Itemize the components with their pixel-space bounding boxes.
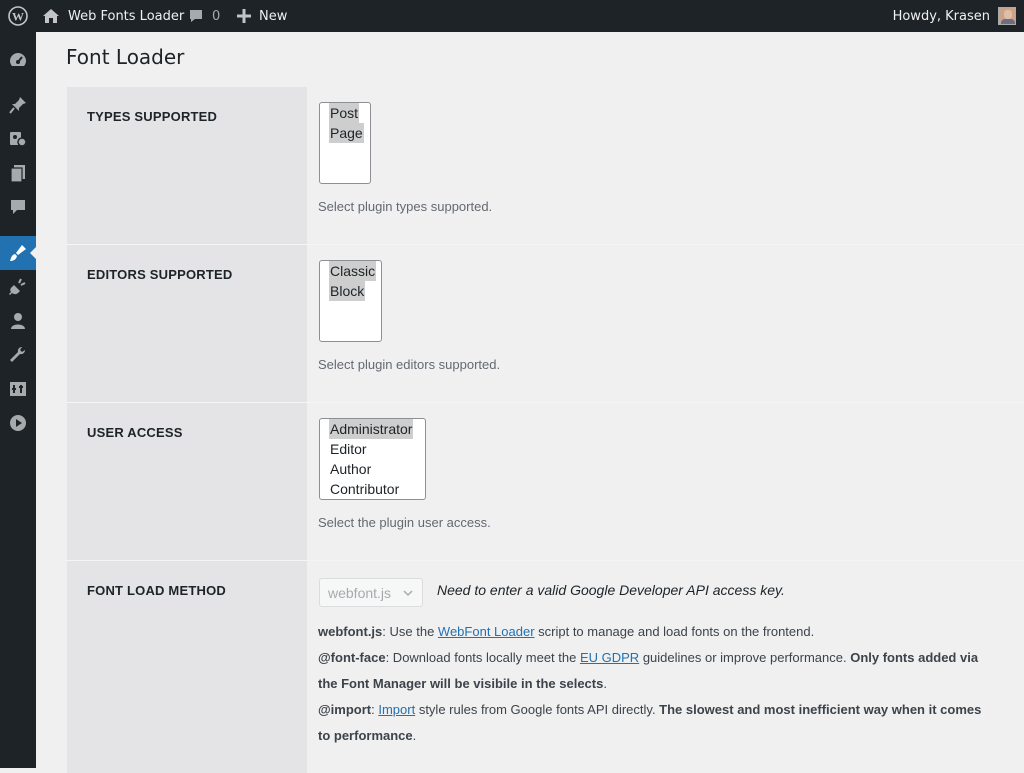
editors-supported-label: EDITORS SUPPORTED <box>87 267 233 282</box>
row-label-cell: FONT LOAD METHOD <box>67 561 307 773</box>
tools-icon[interactable] <box>0 338 36 372</box>
access-option-editor[interactable]: Editor <box>329 439 368 459</box>
row-label-cell: USER ACCESS <box>67 403 307 560</box>
users-icon[interactable] <box>0 304 36 338</box>
user-access-label: USER ACCESS <box>87 425 183 440</box>
play-icon[interactable] <box>0 406 36 440</box>
admin-sidebar <box>0 32 36 768</box>
eu-gdpr-link[interactable]: EU GDPR <box>580 650 639 665</box>
chevron-down-icon <box>402 586 414 602</box>
site-name-link[interactable]: Web Fonts Loader <box>42 0 184 32</box>
media-icon[interactable] <box>0 122 36 156</box>
pin-icon[interactable] <box>0 88 36 122</box>
font-load-method-label: FONT LOAD METHOD <box>87 583 226 598</box>
types-supported-row: TYPES SUPPORTED Post Page Select plugin … <box>67 87 1024 245</box>
import-link[interactable]: Import <box>378 702 415 717</box>
dashboard-icon[interactable] <box>0 43 36 77</box>
fontface-description: @font-face: Download fonts locally meet … <box>318 650 979 691</box>
types-option-post[interactable]: Post <box>329 103 360 123</box>
comment-icon <box>188 8 204 24</box>
wordpress-logo-icon[interactable]: W <box>6 0 30 32</box>
fontface-title: @font-face <box>318 650 386 665</box>
my-account-link[interactable]: Howdy, Krasen <box>893 0 1016 32</box>
row-label-cell: TYPES SUPPORTED <box>67 87 307 244</box>
plus-icon <box>237 9 251 23</box>
import-title: @import <box>318 702 372 717</box>
plugins-icon[interactable] <box>0 270 36 304</box>
pages-icon[interactable] <box>0 156 36 190</box>
row-label-cell: EDITORS SUPPORTED <box>67 245 307 402</box>
comment-count: 0 <box>212 8 221 24</box>
access-option-author[interactable]: Author <box>329 459 372 479</box>
webfont-description: webfont.js: Use the WebFont Loader scrip… <box>318 624 815 639</box>
font-load-method-row: FONT LOAD METHOD webfont.js Need to ente… <box>67 561 1024 773</box>
appearance-icon[interactable] <box>0 236 36 270</box>
user-access-row: USER ACCESS Administrator Editor Author … <box>67 403 1024 561</box>
home-icon <box>42 8 60 24</box>
font-load-method-value: webfont.js <box>328 584 392 601</box>
types-supported-select[interactable]: Post Page <box>319 102 371 184</box>
method-descriptions: webfont.js: Use the WebFont Loader scrip… <box>318 619 988 749</box>
page-title: Font Loader <box>66 45 185 69</box>
admin-bar: W Web Fonts Loader 0 New Howdy, Krasen <box>0 0 1024 32</box>
editors-supported-select[interactable]: Classic Block <box>319 260 382 342</box>
new-label: New <box>259 8 288 24</box>
new-content-link[interactable]: New <box>237 0 287 32</box>
howdy-text: Howdy, Krasen <box>892 8 990 24</box>
types-supported-description: Select plugin types supported. <box>318 199 493 214</box>
editors-supported-description: Select plugin editors supported. <box>318 357 501 372</box>
settings-form-table: TYPES SUPPORTED Post Page Select plugin … <box>67 87 1024 773</box>
settings-icon[interactable] <box>0 372 36 406</box>
svg-text:W: W <box>12 10 24 24</box>
webfont-title: webfont.js <box>318 624 383 639</box>
comments-icon[interactable] <box>0 190 36 224</box>
webfont-loader-link[interactable]: WebFont Loader <box>438 624 535 639</box>
editors-supported-row: EDITORS SUPPORTED Classic Block Select p… <box>67 245 1024 403</box>
avatar <box>998 7 1016 25</box>
site-name: Web Fonts Loader <box>68 8 185 24</box>
editors-option-classic[interactable]: Classic <box>329 261 377 281</box>
types-option-page[interactable]: Page <box>329 123 364 143</box>
access-option-administrator[interactable]: Administrator <box>329 419 414 439</box>
font-load-method-select[interactable]: webfont.js <box>319 578 423 607</box>
access-option-contributor[interactable]: Contributor <box>329 479 400 499</box>
user-access-description: Select the plugin user access. <box>318 515 491 530</box>
import-description: @import: Import style rules from Google … <box>318 702 982 743</box>
user-access-select[interactable]: Administrator Editor Author Contributor <box>319 418 426 500</box>
editors-option-block[interactable]: Block <box>329 281 366 301</box>
api-key-warning: Need to enter a valid Google Developer A… <box>437 582 785 598</box>
comments-link[interactable]: 0 <box>188 0 220 32</box>
types-supported-label: TYPES SUPPORTED <box>87 109 218 124</box>
